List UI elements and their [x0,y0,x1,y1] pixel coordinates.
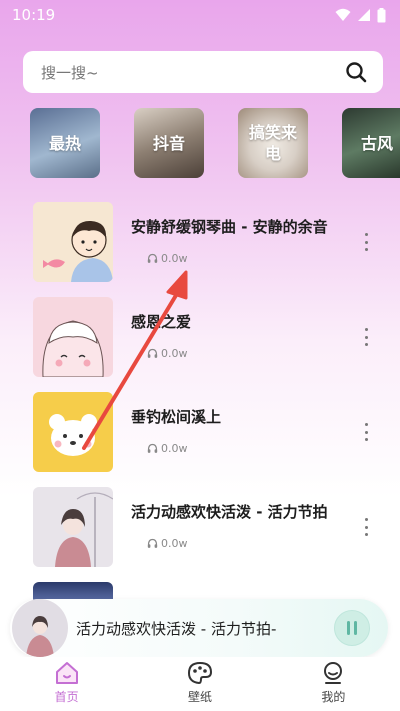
status-time: 10:19 [12,6,56,24]
list-item[interactable]: 垂钓松间溪上 0.0w [33,392,383,474]
song-cover [33,297,113,377]
tab-profile[interactable]: 我的 [267,657,400,711]
pause-button[interactable] [334,610,370,646]
more-options-icon[interactable] [363,233,369,251]
category-douyin[interactable]: 抖音 [134,108,204,178]
now-playing-cover [12,599,68,657]
category-list: 最热 抖音 搞笑来电 古风 [30,108,400,180]
battery-icon [377,7,386,22]
song-title: 活力动感欢快活泼 - 活力节拍 [131,503,328,521]
tab-label: 壁纸 [187,690,212,704]
palette-icon [187,661,212,685]
category-label: 搞笑来电 [248,123,297,163]
song-cover [33,202,113,282]
play-count-value: 0.0w [161,537,188,550]
headphones-icon [147,253,158,263]
tab-bar: 首页 壁纸 我的 [0,657,400,711]
wifi-icon [335,8,351,21]
tab-home[interactable]: 首页 [0,657,133,711]
signal-icon [358,9,370,21]
play-count: 0.0w [147,347,188,360]
list-item[interactable]: 活力动感欢快活泼 - 活力节拍 0.0w [33,487,383,569]
girl-illustration-icon [33,297,113,377]
song-cover [33,392,113,472]
now-playing-title: 活力动感欢快活泼 - 活力节拍- [76,620,277,638]
user-icon [324,662,343,684]
song-cover [33,487,113,567]
umbrella-girl-illustration-icon [12,599,68,657]
mini-player[interactable]: 活力动感欢快活泼 - 活力节拍- [10,599,388,657]
category-ancient-style[interactable]: 古风 [342,108,400,178]
umbrella-girl-illustration-icon [33,487,113,567]
play-count: 0.0w [147,252,188,265]
category-hot[interactable]: 最热 [30,108,100,178]
play-count: 0.0w [147,442,188,455]
bear-illustration-icon [33,392,113,472]
more-options-icon[interactable] [363,328,369,346]
search-input[interactable]: 搜一搜~ [23,51,383,93]
play-count-value: 0.0w [161,252,188,265]
play-count-value: 0.0w [161,347,188,360]
list-item[interactable]: 安静舒缓钢琴曲 - 安静的余音 0.0w [33,202,383,284]
search-placeholder: 搜一搜~ [41,63,99,82]
tab-label: 我的 [321,690,346,704]
headphones-icon [147,443,158,453]
category-label: 最热 [48,133,81,153]
category-label: 古风 [360,133,393,153]
song-title: 垂钓松间溪上 [131,408,222,426]
boy-illustration-icon [33,202,113,282]
list-item[interactable]: 感恩之爱 0.0w [33,297,383,379]
more-options-icon[interactable] [363,518,369,536]
home-icon [55,662,78,684]
tab-label: 首页 [54,690,79,704]
status-icons [335,7,386,23]
tab-wallpaper[interactable]: 壁纸 [133,657,266,711]
play-count: 0.0w [147,537,188,550]
status-bar: 10:19 [0,0,400,30]
play-count-value: 0.0w [161,442,188,455]
headphones-icon [147,348,158,358]
search-icon[interactable] [345,61,367,83]
song-title: 安静舒缓钢琴曲 - 安静的余音 [131,218,328,236]
category-funny-ringtone[interactable]: 搞笑来电 [238,108,308,178]
headphones-icon [147,538,158,548]
song-title: 感恩之爱 [131,313,192,331]
more-options-icon[interactable] [363,423,369,441]
category-label: 抖音 [152,133,185,153]
pause-icon [347,621,357,635]
